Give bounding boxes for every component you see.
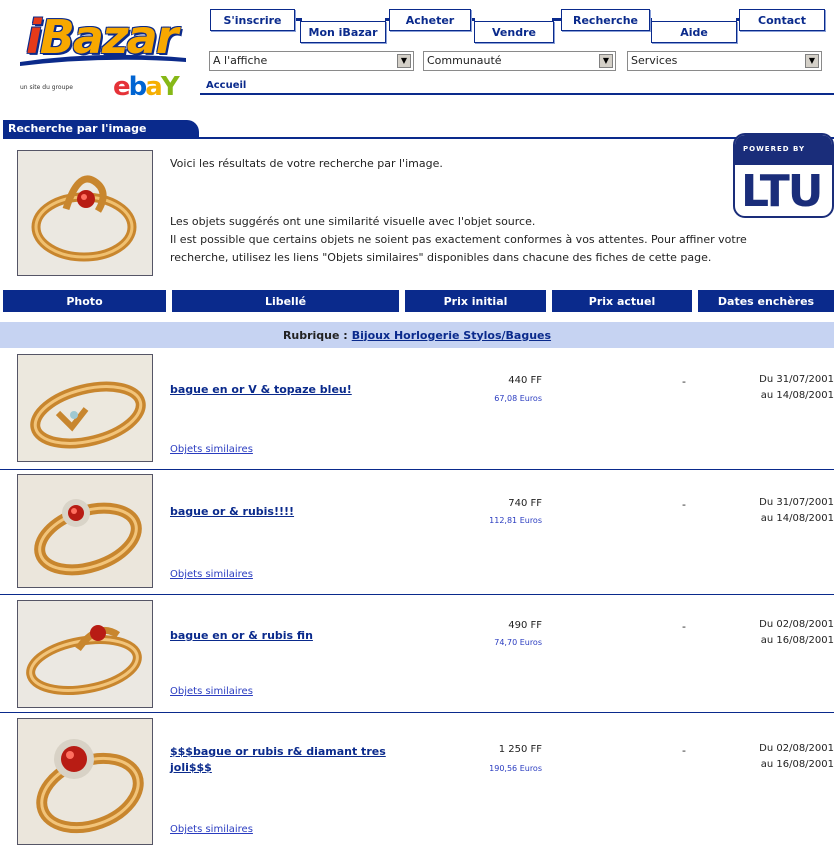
result-price-euro: 112,81 Euros [489,516,542,525]
nav-recherche-button[interactable]: Recherche [561,9,650,31]
search-intro-text: Voici les résultats de votre recherche p… [170,157,443,170]
panel-title: Recherche par l'image [3,120,199,138]
select-affiche[interactable]: A l'affiche ▼ [209,51,414,71]
similar-objects-link[interactable]: Objets similaires [170,686,253,697]
select-communaute-value: Communauté [427,54,502,67]
ltu-logo[interactable]: POWERED BY LTU [733,133,834,218]
similar-objects-link[interactable]: Objets similaires [170,444,253,455]
ibazar-logo[interactable]: iBazar [18,8,193,68]
panel-rule [3,137,834,139]
result-thumbnail[interactable] [17,718,153,845]
ebay-a: a [145,72,162,102]
result-price-ff: 440 FF [508,375,542,386]
select-affiche-value: A l'affiche [213,54,268,67]
select-services-value: Services [631,54,678,67]
result-title-link[interactable]: bague en or & rubis fin [170,628,400,644]
ebay-y: Y [160,72,180,102]
result-title-link[interactable]: $$$bague or rubis r& diamant tres joli$$… [170,744,400,776]
result-price-ff: 1 250 FF [498,744,542,755]
select-communaute[interactable]: Communauté ▼ [423,51,616,71]
result-price-euro: 74,70 Euros [494,638,542,647]
rubrique-link[interactable]: Bijoux Horlogerie Stylos/Bagues [352,329,551,342]
col-header-prix-initial: Prix initial [405,290,546,312]
select-services[interactable]: Services ▼ [627,51,822,71]
result-dates: Du 02/08/2001 au 16/08/2001 [759,619,834,646]
query-ring-image [17,150,153,276]
result-current-price: - [682,744,686,757]
result-current-price: - [682,620,686,633]
result-dates: Du 31/07/2001 au 14/08/2001 [759,497,834,524]
col-header-dates: Dates enchères [698,290,834,312]
ring-icon [18,475,152,587]
ltu-band: POWERED BY [735,135,832,165]
result-price-euro: 67,08 Euros [494,394,542,403]
ring-icon [18,151,152,275]
result-current-price: - [682,375,686,388]
rubrique-label: Rubrique : [282,328,348,342]
similar-objects-link[interactable]: Objets similaires [170,569,253,580]
row-divider [0,469,834,470]
nav-vendre-button[interactable]: Vendre [474,21,554,43]
ltu-word: LTU [741,166,823,217]
result-title-link[interactable]: bague en or V & topaze bleu! [170,382,400,398]
col-header-libelle: Libellé [172,290,399,312]
breadcrumb-accueil-link[interactable]: Accueil [206,80,246,91]
nav-aide-button[interactable]: Aide [651,21,737,43]
ebay-logo[interactable]: ebaY [113,72,180,102]
result-price-ff: 490 FF [508,620,542,631]
result-thumbnail[interactable] [17,354,153,462]
result-current-price: - [682,498,686,511]
nav-contact-button[interactable]: Contact [739,9,825,31]
col-header-prix-actuel: Prix actuel [552,290,692,312]
row-divider [0,594,834,595]
result-dates: Du 02/08/2001 au 16/08/2001 [759,743,834,770]
logo-swoosh [20,54,186,66]
result-thumbnail[interactable] [17,474,153,588]
result-price-ff: 740 FF [508,498,542,509]
result-dates: Du 31/07/2001 au 14/08/2001 [759,374,834,401]
row-divider [0,712,834,713]
header-divider [200,93,834,95]
tagline: un site du groupe [20,84,73,91]
chevron-down-icon: ▼ [397,54,411,68]
result-price-euro: 190,56 Euros [489,764,542,773]
ring-icon [18,355,152,461]
nav-mon-ibazar-button[interactable]: Mon iBazar [300,21,386,43]
ring-icon [18,601,152,707]
result-thumbnail[interactable] [17,600,153,708]
ebay-b: b [128,72,148,102]
similar-objects-link[interactable]: Objets similaires [170,824,253,835]
ring-icon [18,719,152,844]
nav-sinscrire-button[interactable]: S'inscrire [210,9,295,31]
chevron-down-icon: ▼ [805,54,819,68]
nav-acheter-button[interactable]: Acheter [389,9,471,31]
result-title-link[interactable]: bague or & rubis!!!! [170,504,400,520]
rubrique-bar: Rubrique : Bijoux Horlogerie Stylos/Bagu… [0,322,834,348]
ebay-e: e [113,72,131,102]
chevron-down-icon: ▼ [599,54,613,68]
col-header-photo: Photo [3,290,166,312]
search-notes-text: Les objets suggérés ont une similarité v… [170,215,747,264]
